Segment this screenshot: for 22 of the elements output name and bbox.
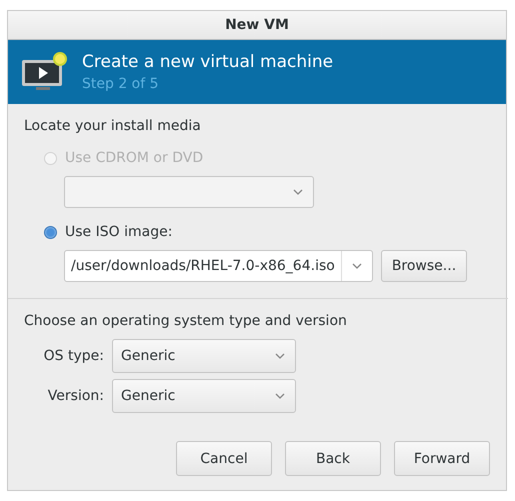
iso-path-combo[interactable]: /user/downloads/RHEL-7.0-x86_64.iso (64, 250, 373, 282)
chevron-down-icon (293, 189, 303, 195)
path-field[interactable]: /user/downloads/RHEL-7.0-x86_64.iso (65, 251, 342, 281)
wizard-title: Create a new virtual machine (82, 52, 334, 72)
chevron-down-icon (352, 263, 362, 269)
step-indicator: Step 2 of 5 (82, 76, 160, 92)
chevron-down-icon (275, 393, 285, 399)
chevron-down-icon (275, 353, 285, 359)
section-heading: Choose an operating system type and version (24, 313, 348, 329)
dropdown[interactable]: Generic (112, 379, 296, 413)
window-title: New VM (225, 17, 289, 33)
field-label: Version: (46, 388, 105, 404)
dialog-button[interactable]: Back (285, 441, 381, 476)
radio-label[interactable]: Use ISO image: (65, 224, 172, 240)
dropdown[interactable]: Generic (112, 339, 296, 373)
dialog-button[interactable]: Forward (394, 441, 490, 476)
radio-button[interactable] (44, 226, 57, 238)
section-heading: Locate your install media (24, 118, 202, 134)
browse-button[interactable]: Browse... (380, 250, 468, 282)
field-label: OS type: (42, 348, 105, 364)
dialog-button[interactable]: Cancel (176, 441, 272, 476)
device-dropdown[interactable] (64, 176, 314, 208)
